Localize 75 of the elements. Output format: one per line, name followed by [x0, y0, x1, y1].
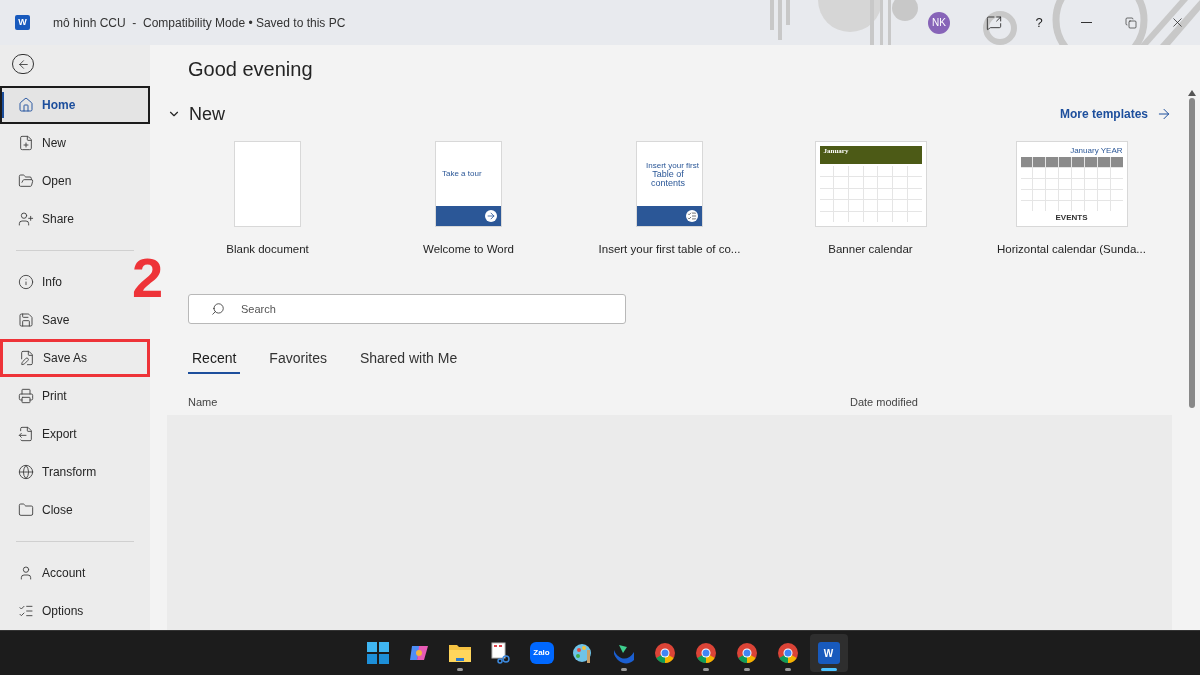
- running-indicator: [702, 668, 709, 671]
- folder-icon: [18, 173, 34, 190]
- export-icon: [18, 426, 34, 443]
- browser-icon: [735, 642, 758, 664]
- sidebar-item[interactable]: New: [0, 124, 150, 163]
- word-app-icon[interactable]: W: [817, 642, 840, 664]
- taskbar-button[interactable]: W: [809, 634, 848, 672]
- feedback-icon: [986, 14, 1002, 31]
- sidebar-item[interactable]: Options: [0, 592, 150, 630]
- template-card[interactable]: Insert your first Table of contents Insert your first table of co...: [569, 141, 770, 259]
- thumbnail-text: EVENTS: [1054, 213, 1089, 222]
- template-card[interactable]: Take a tour Welcome to Word: [368, 141, 569, 259]
- sidebar-item[interactable]: Close: [0, 491, 150, 530]
- section-toggle[interactable]: New: [167, 100, 225, 128]
- sidebar-item[interactable]: Save As: [0, 339, 150, 378]
- sidebar-item[interactable]: Print: [0, 377, 150, 416]
- folder-icon: [18, 502, 34, 519]
- browser-icon: [694, 642, 717, 664]
- arrow-right-icon: [1156, 106, 1172, 122]
- column-header[interactable]: Name: [188, 394, 850, 411]
- globe-icon: [18, 464, 34, 481]
- thumbnail-text: Insert your first: [645, 160, 700, 170]
- printer-icon: [18, 388, 34, 405]
- palette-icon: [571, 642, 594, 664]
- browser-icon: [776, 642, 799, 664]
- running-indicator: [456, 668, 463, 671]
- thumbnail-text: Take a tour: [442, 168, 482, 180]
- thumbnail-text: Table of contents: [650, 169, 686, 188]
- user-avatar[interactable]: NK: [928, 11, 950, 34]
- windows-icon: [366, 642, 389, 664]
- running-indicator: [620, 668, 627, 671]
- sidebar-item[interactable]: Home: [0, 86, 150, 125]
- selection-indicator: [2, 92, 4, 119]
- tab[interactable]: Recent: [188, 348, 241, 375]
- tab[interactable]: Favorites: [265, 348, 331, 375]
- window-title: mô hình CCU - Compatibility Mode • Saved to this PC: [53, 14, 346, 32]
- template-card[interactable]: Blank document: [167, 141, 368, 259]
- sidebar-item[interactable]: Export: [0, 415, 150, 454]
- running-indicator: [820, 668, 837, 671]
- home-icon: [18, 97, 34, 114]
- tab[interactable]: Shared with Me: [355, 348, 462, 375]
- minimize-icon: [1080, 22, 1092, 23]
- taskbar-button[interactable]: Zalo: [522, 634, 561, 672]
- scissors-icon: [489, 642, 512, 664]
- greeting-heading: Good evening: [188, 57, 314, 81]
- save-as-icon: [19, 350, 35, 367]
- sidebar-item[interactable]: Open: [0, 162, 150, 201]
- browser-icon: [653, 642, 676, 664]
- running-indicator: [784, 668, 791, 671]
- search-field[interactable]: Search: [188, 294, 626, 325]
- share-icon: [18, 211, 34, 228]
- scroll-up-arrow-icon[interactable]: [1188, 90, 1196, 96]
- help-button[interactable]: ?: [1014, 12, 1064, 33]
- column-header[interactable]: Date modified: [850, 394, 918, 411]
- restore-icon: [1125, 16, 1137, 29]
- search-icon: [211, 302, 225, 317]
- word-app-icon: W: [15, 15, 30, 30]
- more-templates-link[interactable]: More templates: [1059, 105, 1172, 123]
- running-indicator: [743, 668, 750, 671]
- info-icon: [18, 274, 34, 291]
- template-card[interactable]: January YEAR EVENTS Horizontal calendar (Sunda...: [971, 141, 1172, 259]
- sidebar-item[interactable]: Account: [0, 554, 150, 592]
- options-icon: [18, 603, 34, 619]
- thumbnail-text: January YEAR: [1070, 146, 1123, 155]
- save-icon: [18, 312, 34, 329]
- document-icon: [686, 210, 698, 222]
- sidebar-item[interactable]: Transform: [0, 453, 150, 492]
- back-arrow-icon: [16, 57, 30, 71]
- folder-icon: [447, 643, 472, 663]
- chat-app-icon[interactable]: Zalo: [529, 642, 554, 664]
- search-input[interactable]: Search: [241, 301, 603, 318]
- app-icon: [612, 642, 635, 664]
- sidebar-item[interactable]: Share: [0, 200, 150, 239]
- new-document-icon: [18, 135, 34, 152]
- person-icon: [18, 565, 34, 581]
